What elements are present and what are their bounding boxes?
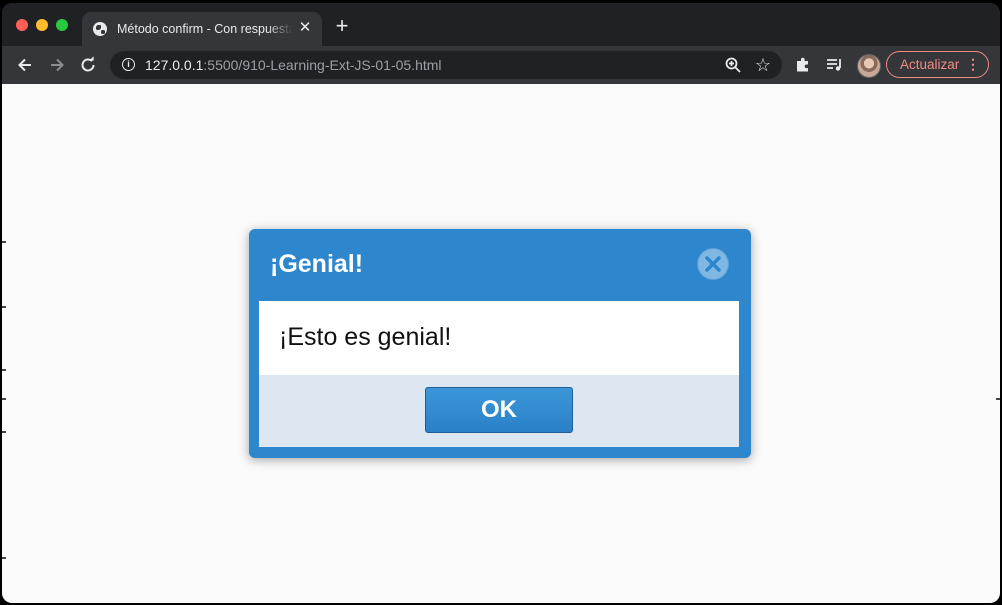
avatar[interactable]	[857, 54, 881, 78]
dialog-body: ¡Esto es genial!	[259, 301, 739, 375]
dialog-message: ¡Esto es genial!	[279, 323, 452, 351]
ok-button[interactable]: OK	[425, 387, 573, 433]
url-path: :5500/910-Learning-Ext-JS-01-05.html	[203, 57, 442, 73]
zoom-icon[interactable]	[724, 56, 742, 74]
close-icon	[705, 256, 721, 272]
page-viewport: ¡Genial! ¡Esto es genial! OK	[2, 84, 1000, 603]
update-button[interactable]: Actualizar ⋮	[886, 51, 989, 78]
left-edge-fragment	[2, 306, 6, 308]
dialog-footer: OK	[259, 375, 739, 447]
close-window-button[interactable]	[16, 19, 28, 31]
left-edge-fragment	[2, 431, 6, 433]
toolbar: i 127.0.0.1:5500/910-Learning-Ext-JS-01-…	[2, 46, 1000, 84]
globe-icon	[93, 22, 107, 36]
left-edge-fragment	[2, 241, 6, 243]
forward-button[interactable]	[46, 54, 68, 76]
left-edge-fragment	[2, 369, 6, 371]
back-button[interactable]	[14, 54, 36, 76]
media-queue-icon[interactable]	[825, 55, 845, 75]
left-edge-fragment	[2, 398, 6, 400]
new-tab-button[interactable]: +	[332, 15, 352, 37]
dialog-title: ¡Genial!	[270, 250, 364, 278]
maximize-window-button[interactable]	[56, 19, 68, 31]
tab-active[interactable]: Método confirm - Con respuesta ✕	[82, 12, 322, 46]
tab-title: Método confirm - Con respuesta	[117, 22, 293, 36]
info-icon[interactable]: i	[122, 58, 135, 71]
arrow-left-icon	[18, 58, 31, 72]
url-text[interactable]: 127.0.0.1:5500/910-Learning-Ext-JS-01-05…	[145, 57, 442, 73]
star-icon[interactable]: ☆	[752, 54, 774, 76]
arrow-right-icon	[51, 58, 64, 72]
url-host: 127.0.0.1	[145, 57, 204, 73]
browser-window: Método confirm - Con respuesta ✕ + i 127…	[2, 3, 1000, 603]
tab-strip: Método confirm - Con respuesta ✕ +	[2, 3, 1000, 46]
address-bar[interactable]: i 127.0.0.1:5500/910-Learning-Ext-JS-01-…	[110, 51, 782, 79]
more-vertical-icon[interactable]: ⋮	[966, 52, 980, 77]
tab-close-icon[interactable]: ✕	[297, 20, 313, 36]
reload-icon	[81, 56, 95, 72]
alert-dialog: ¡Genial! ¡Esto es genial! OK	[249, 229, 751, 458]
minimize-window-button[interactable]	[36, 19, 48, 31]
reload-button[interactable]	[77, 54, 99, 76]
puzzle-icon[interactable]	[793, 55, 813, 75]
left-edge-fragment	[2, 557, 6, 559]
right-edge-fragment	[996, 398, 1000, 400]
update-button-label: Actualizar	[900, 57, 960, 72]
dialog-close-button[interactable]	[697, 248, 729, 280]
